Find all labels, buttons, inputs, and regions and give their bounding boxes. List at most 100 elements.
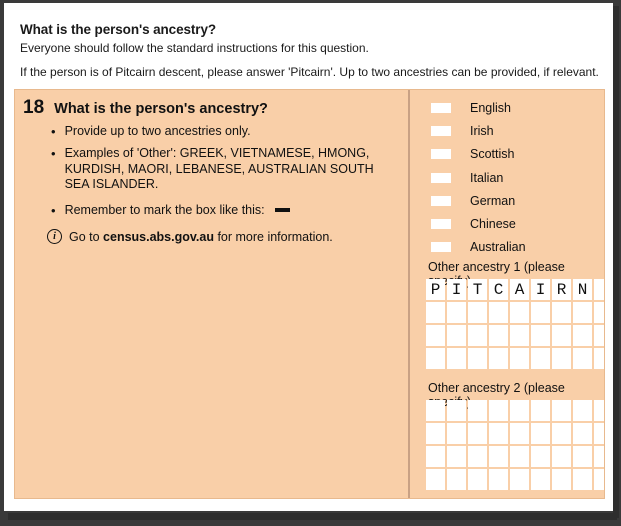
text-grid-cell[interactable]: T bbox=[468, 279, 487, 300]
text-grid-cell[interactable] bbox=[552, 302, 571, 323]
text-grid-cell[interactable] bbox=[573, 469, 592, 490]
checkbox-australian[interactable] bbox=[431, 242, 451, 253]
text-grid-cell[interactable] bbox=[594, 348, 604, 369]
text-grid-cell[interactable] bbox=[426, 423, 445, 444]
checkbox-row-english[interactable]: English bbox=[431, 101, 511, 115]
instruction-bullet: • Provide up to two ancestries only. bbox=[51, 124, 381, 140]
text-grid-cell[interactable] bbox=[447, 423, 466, 444]
answer-right-panel: English Irish Scottish Italian German Chinese… bbox=[411, 90, 604, 498]
census-website-link[interactable]: census.abs.gov.au bbox=[103, 230, 214, 244]
text-grid-cell[interactable] bbox=[510, 469, 529, 490]
text-grid-cell[interactable] bbox=[468, 325, 487, 346]
text-grid-cell[interactable] bbox=[594, 279, 604, 300]
checkbox-italian[interactable] bbox=[431, 172, 451, 183]
text-grid-cell[interactable] bbox=[489, 469, 508, 490]
text-grid-cell[interactable] bbox=[531, 348, 550, 369]
text-grid-cell[interactable] bbox=[552, 423, 571, 444]
text-grid-cell[interactable] bbox=[510, 423, 529, 444]
text-grid-cell[interactable] bbox=[573, 325, 592, 346]
other-ancestry-1-grid[interactable]: PITCAIRN bbox=[426, 279, 604, 369]
text-grid-cell[interactable] bbox=[594, 423, 604, 444]
text-grid-cell[interactable] bbox=[594, 400, 604, 421]
instruction-bullet: • Remember to mark the box like this: bbox=[51, 203, 391, 219]
frame-shadow-right bbox=[613, 6, 619, 518]
checkbox-row-german[interactable]: German bbox=[431, 194, 515, 208]
text-grid-cell[interactable] bbox=[468, 400, 487, 421]
text-grid-cell[interactable] bbox=[426, 302, 445, 323]
text-grid-cell[interactable] bbox=[468, 423, 487, 444]
checkbox-row-italian[interactable]: Italian bbox=[431, 171, 503, 185]
bullet-dot-icon: • bbox=[51, 203, 56, 218]
text-grid-cell[interactable] bbox=[447, 469, 466, 490]
text-grid-cell[interactable] bbox=[573, 302, 592, 323]
intro-subtitle: Everyone should follow the standard inst… bbox=[20, 41, 369, 55]
info-prefix: Go to bbox=[69, 229, 104, 244]
text-grid-cell[interactable] bbox=[489, 325, 508, 346]
text-grid-cell[interactable] bbox=[573, 400, 592, 421]
text-grid-cell[interactable] bbox=[552, 446, 571, 467]
text-grid-cell[interactable] bbox=[447, 325, 466, 346]
text-grid-cell[interactable] bbox=[531, 423, 550, 444]
text-grid-cell[interactable]: R bbox=[552, 279, 571, 300]
checkbox-label: Irish bbox=[470, 124, 494, 139]
text-grid-cell[interactable] bbox=[531, 325, 550, 346]
text-grid-cell[interactable] bbox=[510, 302, 529, 323]
text-grid-cell[interactable] bbox=[552, 469, 571, 490]
text-grid-cell[interactable] bbox=[573, 423, 592, 444]
checkbox-label: Italian bbox=[470, 170, 504, 185]
text-grid-cell[interactable] bbox=[552, 400, 571, 421]
text-grid-cell[interactable] bbox=[594, 325, 604, 346]
text-grid-cell[interactable] bbox=[552, 348, 571, 369]
text-grid-cell[interactable] bbox=[426, 446, 445, 467]
text-grid-cell[interactable] bbox=[552, 325, 571, 346]
text-grid-cell[interactable] bbox=[489, 400, 508, 421]
checkbox-chinese[interactable] bbox=[431, 219, 451, 229]
text-grid-cell[interactable] bbox=[594, 469, 604, 490]
text-grid-cell[interactable] bbox=[573, 348, 592, 369]
text-grid-cell[interactable] bbox=[531, 469, 550, 490]
text-grid-cell[interactable] bbox=[426, 469, 445, 490]
checkbox-row-scottish[interactable]: Scottish bbox=[431, 147, 514, 161]
text-grid-cell[interactable] bbox=[510, 348, 529, 369]
text-grid-cell[interactable] bbox=[447, 400, 466, 421]
checkbox-row-irish[interactable]: Irish bbox=[431, 124, 494, 138]
text-grid-cell[interactable]: P bbox=[426, 279, 445, 300]
other-ancestry-2-grid[interactable] bbox=[426, 400, 604, 490]
text-grid-cell[interactable]: A bbox=[510, 279, 529, 300]
text-grid-cell[interactable] bbox=[468, 446, 487, 467]
checkbox-row-chinese[interactable]: Chinese bbox=[431, 217, 516, 231]
text-grid-cell[interactable] bbox=[468, 302, 487, 323]
text-grid-cell[interactable] bbox=[426, 400, 445, 421]
text-grid-cell[interactable] bbox=[447, 446, 466, 467]
checkbox-english[interactable] bbox=[431, 103, 451, 113]
text-grid-cell[interactable] bbox=[426, 325, 445, 346]
text-grid-cell[interactable]: N bbox=[573, 279, 592, 300]
text-grid-cell[interactable] bbox=[531, 446, 550, 467]
text-grid-cell[interactable] bbox=[594, 446, 604, 467]
text-grid-cell[interactable] bbox=[489, 302, 508, 323]
census-question-box: 18 What is the person's ancestry? • Prov… bbox=[14, 89, 605, 499]
text-grid-cell[interactable] bbox=[489, 423, 508, 444]
instruction-text-wrap: Remember to mark the box like this: bbox=[65, 203, 290, 219]
text-grid-cell[interactable]: C bbox=[489, 279, 508, 300]
checkbox-irish[interactable] bbox=[431, 126, 451, 137]
text-grid-cell[interactable] bbox=[447, 302, 466, 323]
text-grid-cell[interactable]: I bbox=[531, 279, 550, 300]
text-grid-cell[interactable] bbox=[531, 400, 550, 421]
checkbox-row-australian[interactable]: Australian bbox=[431, 240, 526, 254]
checkbox-scottish[interactable] bbox=[431, 149, 451, 160]
text-grid-cell[interactable] bbox=[510, 325, 529, 346]
text-grid-cell[interactable] bbox=[447, 348, 466, 369]
text-grid-cell[interactable] bbox=[573, 446, 592, 467]
text-grid-cell[interactable] bbox=[426, 348, 445, 369]
text-grid-cell[interactable] bbox=[594, 302, 604, 323]
text-grid-cell[interactable] bbox=[468, 469, 487, 490]
text-grid-cell[interactable] bbox=[510, 446, 529, 467]
text-grid-cell[interactable] bbox=[489, 446, 508, 467]
text-grid-cell[interactable] bbox=[489, 348, 508, 369]
text-grid-cell[interactable]: I bbox=[447, 279, 466, 300]
text-grid-cell[interactable] bbox=[531, 302, 550, 323]
text-grid-cell[interactable] bbox=[510, 400, 529, 421]
text-grid-cell[interactable] bbox=[468, 348, 487, 369]
checkbox-german[interactable] bbox=[431, 195, 451, 206]
